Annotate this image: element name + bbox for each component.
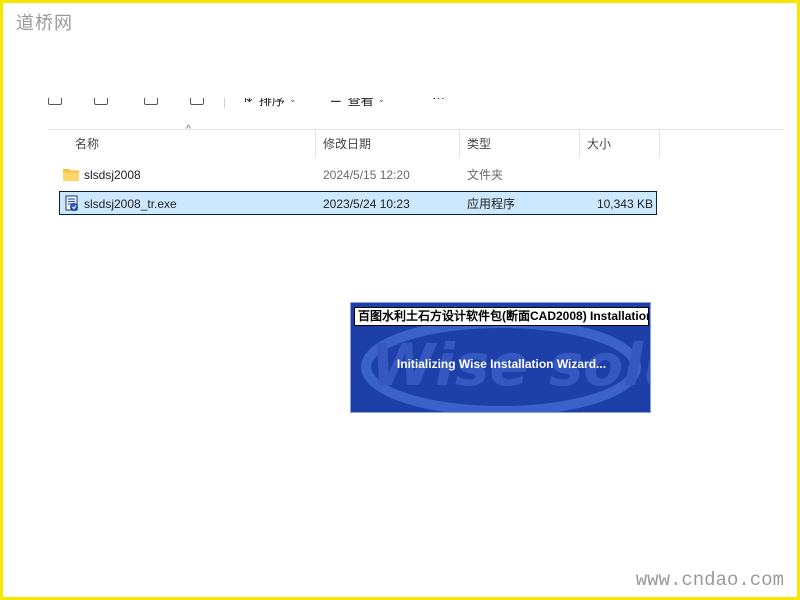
watermark-top: 道桥网 [16, 13, 73, 34]
file-name: slsdsj2008 [84, 168, 141, 182]
file-row[interactable]: slsdsj2008 2024/5/15 12:20 文件夹 [59, 163, 657, 187]
trash-icon [190, 98, 204, 105]
file-type: 文件夹 [467, 168, 504, 182]
paste-button[interactable] [94, 98, 108, 118]
rename-button[interactable] [144, 98, 158, 118]
copy-icon [48, 98, 62, 105]
installer-status-message: Initializing Wise Installation Wizard... [396, 357, 607, 371]
file-size [587, 163, 653, 187]
copy-button[interactable] [48, 98, 62, 118]
chevron-down-icon: ⌄ [377, 98, 386, 104]
installer-splash-window[interactable]: Wise solutions 百图水利土石方设计软件包(断面CAD2008) I… [350, 302, 651, 413]
yellow-border [0, 0, 800, 600]
installer-title: 百图水利土石方设计软件包(断面CAD2008) Installation [354, 307, 649, 326]
file-modified: 2024/5/15 12:20 [323, 168, 410, 182]
view-icon: ☰ [330, 98, 342, 106]
file-name: slsdsj2008_tr.exe [84, 197, 177, 211]
file-modified: 2023/5/24 10:23 [323, 197, 410, 211]
column-header-size[interactable]: 大小 [580, 130, 660, 158]
column-header-modified[interactable]: 修改日期 [316, 130, 460, 158]
chevron-down-icon: ⌄ [288, 98, 297, 104]
view-button[interactable]: ☰ 查看 ⌄ [330, 98, 385, 118]
sort-icon: ⇅ [242, 98, 253, 106]
sort-label: 排序 [258, 98, 285, 108]
file-type: 应用程序 [467, 197, 516, 211]
rename-icon [144, 98, 158, 105]
column-header-type[interactable]: 类型 [460, 130, 580, 158]
column-header-name[interactable]: 名称 [68, 130, 316, 158]
watermark-bottom: www.cndao.com [635, 569, 784, 591]
command-bar: ⇅ 排序 ⌄ ☰ 查看 ⌄ ··· [44, 98, 464, 118]
toolbar-divider [224, 98, 225, 108]
file-row-selected[interactable]: slsdsj2008_tr.exe 2023/5/24 10:23 应用程序 1… [59, 191, 657, 215]
more-label: ··· [432, 98, 445, 105]
paste-icon [94, 98, 108, 105]
sort-button[interactable]: ⇅ 排序 ⌄ [242, 98, 296, 118]
more-button[interactable]: ··· [426, 98, 445, 118]
folder-icon [63, 169, 79, 181]
view-label: 查看 [347, 98, 374, 108]
column-header-row: 名称 修改日期 类型 大小 [48, 129, 784, 158]
delete-button[interactable] [190, 98, 204, 118]
file-size: 10,343 KB [596, 197, 653, 211]
installer-icon [65, 195, 78, 211]
